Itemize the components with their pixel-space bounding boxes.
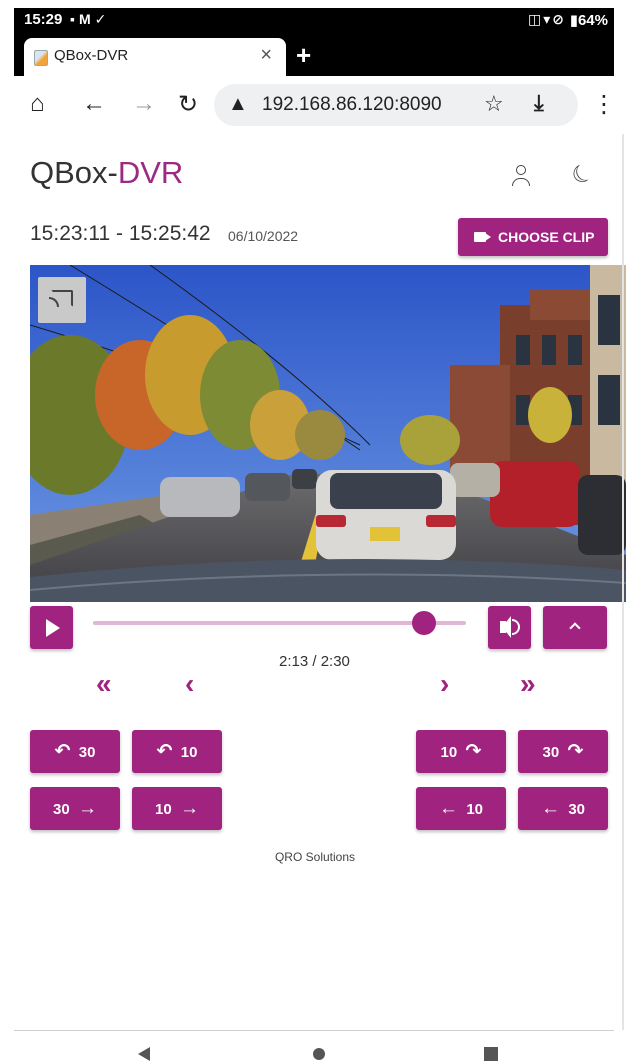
browser-tab[interactable]: QBox-DVR × xyxy=(24,38,286,76)
home-icon[interactable]: ⌂ xyxy=(30,90,45,118)
rewind-icon: ↶ xyxy=(156,741,173,762)
play-button[interactable] xyxy=(30,606,73,649)
gmail-icon: M xyxy=(78,11,95,27)
back-icon[interactable]: ← xyxy=(82,90,106,118)
footer-credit: QRO Solutions xyxy=(274,850,356,864)
android-home-icon[interactable] xyxy=(313,1048,325,1060)
collapse-controls-button[interactable] xyxy=(543,606,607,649)
nav-divider xyxy=(14,1030,614,1031)
step-back-30-button[interactable]: ← 30 xyxy=(518,787,608,830)
speaker-icon xyxy=(500,616,511,638)
system-icons: ◫▾⊘ xyxy=(528,11,566,28)
menu-icon[interactable]: ⋮ xyxy=(592,90,616,119)
step-back-10-button[interactable]: ← 10 xyxy=(416,787,506,830)
forward-icon: ↷ xyxy=(465,741,482,762)
previous-clip-button[interactable]: ‹ xyxy=(185,668,194,700)
notification-icons: ▪M✓ xyxy=(70,11,110,28)
clip-date: 06/10/2022 xyxy=(228,228,299,244)
new-tab-icon[interactable]: + xyxy=(296,40,311,71)
user-icon[interactable] xyxy=(510,163,532,189)
video-camera-icon xyxy=(474,232,491,242)
favicon-icon xyxy=(34,50,48,66)
clip-time-range: 15:23:11 - 15:25:42 xyxy=(30,222,211,245)
volume-button[interactable] xyxy=(488,606,531,649)
forward-icon: ↷ xyxy=(567,741,584,762)
android-back-icon[interactable] xyxy=(138,1047,150,1061)
arrow-left-icon: ← xyxy=(540,798,560,819)
seek-thumb[interactable] xyxy=(411,611,436,635)
not-secure-icon[interactable]: ▲ xyxy=(228,93,248,116)
chevron-up-icon xyxy=(569,622,581,634)
page-title: QBox-DVR xyxy=(30,155,184,190)
step-forward-30-button[interactable]: 30 → xyxy=(30,787,120,830)
battery-level: ▮64% xyxy=(569,12,608,29)
bookmark-star-icon[interactable]: ☆ xyxy=(484,91,504,117)
video-player[interactable] xyxy=(30,265,626,602)
next-clip-button[interactable]: › xyxy=(440,668,449,700)
image-icon: ▪ xyxy=(70,11,79,27)
cast-button[interactable] xyxy=(38,277,86,323)
arrow-left-icon: ← xyxy=(438,798,458,819)
video-frame xyxy=(30,265,626,602)
no-sim-icon: ⊘ xyxy=(552,11,566,27)
forward-30-button[interactable]: 30 ↷ xyxy=(518,730,608,773)
browser-toolbar: ⌂ ← → ↻ ▲ 192.168.86.120:8090 ☆ ⤓ ⋮ xyxy=(14,76,616,134)
arrow-right-icon: → xyxy=(180,798,200,819)
forward-icon[interactable]: → xyxy=(132,90,156,118)
android-recents-icon[interactable] xyxy=(484,1047,498,1061)
reload-icon[interactable]: ↻ xyxy=(178,90,198,119)
play-icon xyxy=(46,619,60,637)
vibrate-icon: ◫ xyxy=(528,11,544,27)
status-time: 15:29 xyxy=(24,11,63,28)
status-bar: 15:29 ▪M✓ ◫▾⊘ ▮64% xyxy=(14,8,614,32)
download-icon[interactable]: ⤓ xyxy=(534,90,544,116)
last-clip-button[interactable]: » xyxy=(520,668,536,700)
dark-mode-moon-icon[interactable]: ☾ xyxy=(566,157,599,193)
close-tab-icon[interactable]: × xyxy=(260,44,272,67)
rewind-30-button[interactable]: ↶ 30 xyxy=(30,730,120,773)
forward-10-button[interactable]: 10 ↷ xyxy=(416,730,506,773)
url-text[interactable]: 192.168.86.120:8090 xyxy=(262,94,442,116)
choose-clip-button[interactable]: CHOOSE CLIP xyxy=(458,218,608,256)
wifi-icon: ▾ xyxy=(543,11,553,27)
step-forward-10-button[interactable]: 10 → xyxy=(132,787,222,830)
arrow-right-icon: → xyxy=(78,798,98,819)
address-bar[interactable]: ▲ 192.168.86.120:8090 ☆ ⤓ xyxy=(214,84,578,126)
rewind-10-button[interactable]: ↶ 10 xyxy=(132,730,222,773)
playback-time: 2:13 / 2:30 xyxy=(279,653,350,670)
check-icon: ✓ xyxy=(94,11,111,27)
browser-tab-strip: QBox-DVR × + xyxy=(14,32,614,76)
first-clip-button[interactable]: « xyxy=(96,668,112,700)
tab-title: QBox-DVR xyxy=(54,47,129,64)
scrollbar[interactable] xyxy=(622,134,624,1030)
seek-slider[interactable] xyxy=(93,611,466,635)
seek-progress xyxy=(93,621,424,625)
rewind-icon: ↶ xyxy=(54,741,71,762)
